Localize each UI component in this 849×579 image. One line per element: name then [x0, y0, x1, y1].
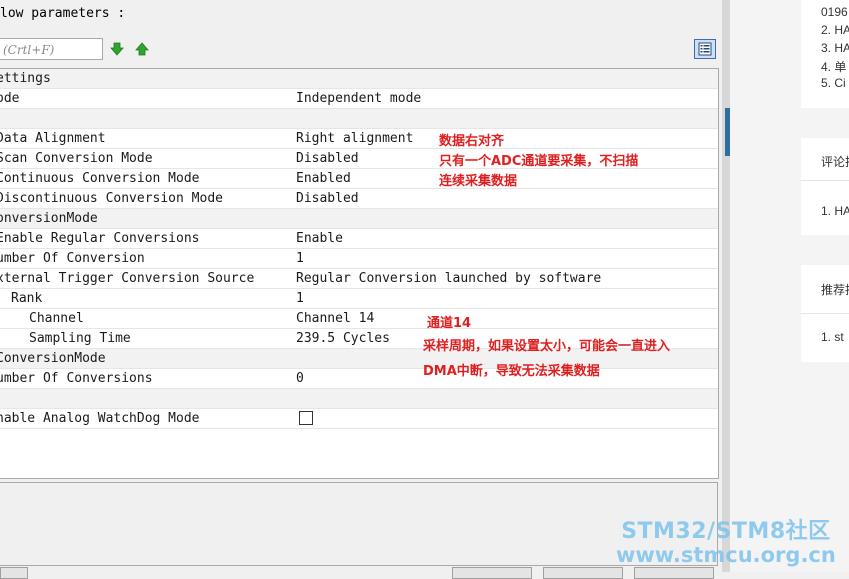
param-name: ode — [0, 91, 20, 106]
grid-row[interactable]: Continuous Conversion Mode Enabled — [0, 169, 718, 189]
param-value: Right alignment — [296, 131, 414, 146]
card-header: 推荐排 — [821, 283, 849, 297]
section-title: low parameters : — [0, 6, 126, 21]
param-value: 0 — [296, 371, 304, 386]
window-edge-strip — [722, 0, 730, 572]
param-name: Continuous Conversion Mode — [0, 171, 200, 186]
param-name: nable Analog WatchDog Mode — [0, 411, 200, 426]
annotation-data-align: 数据右对齐 — [439, 134, 505, 149]
watermark-line-2: www.stmcu.org.cn — [616, 543, 836, 567]
description-panel — [0, 482, 718, 566]
grid-row[interactable]: ode Independent mode — [0, 89, 718, 109]
grid-row[interactable]: Enable Regular Conversions Enable — [0, 229, 718, 249]
dialog-button[interactable] — [543, 567, 623, 579]
list-item[interactable]: 4. 单 — [821, 58, 846, 75]
grid-row[interactable]: Channel Channel 14 — [0, 309, 718, 329]
divider — [801, 180, 849, 181]
grid-row-group[interactable] — [0, 109, 718, 129]
param-name: Scan Conversion Mode — [0, 151, 153, 166]
param-name: umber Of Conversion — [0, 251, 145, 266]
grid-row-group[interactable]: onversionMode — [0, 209, 718, 229]
annotation-channel: 通道14 — [427, 316, 472, 331]
grid-row-group[interactable] — [0, 389, 718, 409]
annotation-scan-mode: 只有一个ADC通道要采集，不扫描 — [439, 154, 639, 169]
list-item[interactable]: 5. Ci — [821, 76, 846, 90]
param-name: Sampling Time — [29, 331, 131, 346]
param-value: 1 — [296, 251, 304, 266]
grid-row[interactable]: umber Of Conversion 1 — [0, 249, 718, 269]
param-name: Discontinuous Conversion Mode — [0, 191, 223, 206]
parameter-grid: ettings ode Independent mode Data Alignme… — [0, 68, 719, 479]
card-header: 评论排 — [821, 155, 849, 169]
param-value: 239.5 Cycles — [296, 331, 390, 346]
dialog-button[interactable] — [452, 567, 532, 579]
param-value: Channel 14 — [296, 311, 375, 326]
list-view-icon — [698, 42, 712, 56]
grid-row[interactable]: xternal Trigger Conversion Source Regular… — [0, 269, 718, 289]
param-value: Disabled — [296, 151, 359, 166]
article-list-card: 0196 2. HA 3. HA 4. 单 5. Ci — [801, 0, 849, 108]
grid-row[interactable]: Data Alignment Right alignment — [0, 129, 718, 149]
param-name: Channel — [29, 311, 84, 326]
grid-row[interactable]: nable Analog WatchDog Mode — [0, 409, 718, 429]
param-name: Enable Regular Conversions — [0, 231, 200, 246]
annotation-sampling-2: DMA中断，导致无法采集数据 — [423, 364, 600, 379]
param-value: Enabled — [296, 171, 351, 186]
param-value: 1 — [296, 291, 304, 306]
dialog-button[interactable] — [634, 567, 714, 579]
list-item[interactable]: 2. HA — [821, 23, 849, 37]
list-item[interactable]: 3. HA — [821, 41, 849, 55]
green-down-arrow-icon[interactable] — [110, 42, 124, 56]
param-name: ettings — [0, 71, 51, 86]
watchdog-checkbox[interactable] — [299, 411, 313, 425]
dialog-button[interactable] — [0, 567, 28, 579]
list-view-button[interactable] — [694, 39, 716, 59]
scroll-indicator[interactable] — [725, 108, 730, 156]
annotation-continuous: 连续采集数据 — [439, 174, 518, 189]
param-value: Enable — [296, 231, 343, 246]
param-value: Independent mode — [296, 91, 422, 106]
recommend-ranking-card: 推荐排 1. st — [801, 265, 849, 362]
grid-row[interactable]: umber Of Conversions 0 — [0, 369, 718, 389]
site-watermark: STM32/STM8社区 www.stmcu.org.cn — [616, 513, 836, 567]
search-field[interactable] — [0, 38, 103, 60]
param-name: Rank — [11, 291, 43, 306]
annotation-sampling-1: 采样周期，如果设置太小，可能会一直进入 — [423, 339, 671, 354]
list-item[interactable]: 1. st — [821, 330, 844, 344]
param-name: onversionMode — [0, 211, 98, 226]
list-item[interactable]: 1. HA — [821, 204, 849, 218]
green-up-arrow-icon[interactable] — [135, 42, 149, 56]
comment-ranking-card: 评论排 1. HA — [801, 138, 849, 235]
param-value: Regular Conversion launched by software — [296, 271, 602, 286]
grid-row[interactable]: Rank 1 — [0, 289, 718, 309]
param-name: xternal Trigger Conversion Source — [0, 271, 255, 286]
list-item[interactable]: 0196 — [821, 5, 848, 19]
grid-row-group[interactable]: ettings — [0, 69, 718, 89]
param-name: umber Of Conversions — [0, 371, 153, 386]
param-value: Disabled — [296, 191, 359, 206]
watermark-line-1: STM32/STM8社区 — [621, 519, 831, 544]
search-input[interactable] — [0, 40, 102, 60]
param-name: ConversionMode — [0, 351, 106, 366]
divider — [801, 313, 849, 314]
adc-configuration-dialog: low parameters : ettings ode Independent … — [0, 0, 723, 579]
param-name: Data Alignment — [0, 131, 106, 146]
grid-row[interactable]: Discontinuous Conversion Mode Disabled — [0, 189, 718, 209]
